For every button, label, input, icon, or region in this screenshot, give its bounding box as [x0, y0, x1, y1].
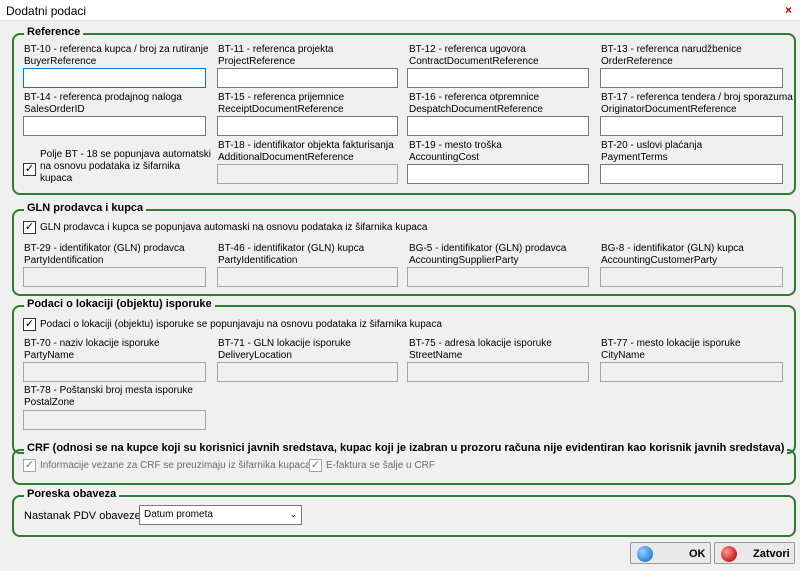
check-icon: ✓	[24, 459, 35, 471]
title-bar: Dodatni podaci ×	[0, 0, 800, 21]
bt16-label: BT-16 - referenca otpremnice DespatchDocu…	[409, 92, 543, 115]
window-title: Dodatni podaci	[6, 4, 87, 18]
bg5-input[interactable]	[407, 267, 589, 287]
vat-obligation-select[interactable]: Datum prometa ⌄	[139, 505, 302, 525]
bt78-label: BT-78 - Poštanski broj mesta isporuke Pos…	[24, 385, 193, 408]
bt20-label: BT-20 - uslovi plaćanja PaymentTerms	[601, 140, 703, 163]
ok-button[interactable]: OK	[630, 542, 711, 564]
check-icon: ✓	[24, 163, 35, 175]
bt19-input[interactable]	[407, 164, 589, 184]
bg8-input[interactable]	[600, 267, 783, 287]
delivery-auto-label: Podaci o lokaciji (objektu) isporuke se …	[40, 319, 442, 330]
bt11-label: BT-11 - referenca projekta ProjectReferen…	[218, 44, 334, 67]
cancel-icon	[721, 546, 737, 562]
bt17-label: BT-17 - referenca tendera / broj sporazu…	[601, 92, 793, 115]
bt18-input[interactable]	[217, 164, 398, 184]
bt29-label: BT-29 - identifikator (GLN) prodavca Part…	[24, 243, 185, 266]
bt77-label: BT-77 - mesto lokacije isporuke CityName	[601, 338, 741, 361]
crf-info-checkbox[interactable]: ✓	[23, 459, 36, 472]
crf-send-checkbox[interactable]: ✓	[309, 459, 322, 472]
bt18-label: BT-18 - identifikator objekta fakturisan…	[218, 140, 394, 163]
bt18-auto-label: Polje BT - 18 se popunjava automatski na …	[40, 149, 212, 184]
gln-auto-checkbox[interactable]: ✓	[23, 221, 36, 234]
reference-legend: Reference	[24, 26, 84, 38]
crf-send-label: E-faktura se šalje u CRF	[326, 460, 435, 471]
close-icon[interactable]: ×	[785, 3, 792, 17]
check-icon: ✓	[24, 318, 35, 330]
vat-obligation-label: Nastanak PDV obaveze:	[24, 510, 144, 522]
bt16-input[interactable]	[407, 116, 589, 136]
bt19-label: BT-19 - mesto troška AccountingCost	[409, 140, 502, 163]
crf-info-label: Informacije vezane za CRF se preuzimaju …	[40, 460, 311, 471]
dialog-body: Reference BT-10 - referenca kupca / broj…	[0, 21, 800, 571]
bt71-input[interactable]	[217, 362, 398, 382]
bt70-input[interactable]	[23, 362, 206, 382]
bt13-input[interactable]	[600, 68, 783, 88]
bt13-label: BT-13 - referenca narudžbenice OrderRefer…	[601, 44, 742, 67]
bt17-input[interactable]	[600, 116, 783, 136]
crf-legend: CRF (odnosi se na kupce koji su korisnic…	[24, 442, 788, 454]
bt46-label: BT-46 - identifikator (GLN) kupca PartyId…	[218, 243, 365, 266]
check-icon	[637, 546, 653, 562]
chevron-down-icon: ⌄	[289, 509, 297, 519]
bt75-label: BT-75 - adresa lokacije isporuke StreetNa…	[409, 338, 552, 361]
tax-legend: Poreska obaveza	[24, 488, 120, 500]
check-icon: ✓	[310, 459, 321, 471]
bt18-auto-checkbox[interactable]: ✓	[23, 163, 36, 176]
gln-legend: GLN prodavca i kupca	[24, 202, 147, 214]
bt20-input[interactable]	[600, 164, 783, 184]
bt10-input[interactable]	[23, 68, 206, 88]
bt12-label: BT-12 - referenca ugovora ContractDocumen…	[409, 44, 539, 67]
bt71-label: BT-71 - GLN lokacije isporuke DeliveryLoc…	[218, 338, 351, 361]
bt29-input[interactable]	[23, 267, 206, 287]
bt14-input[interactable]	[23, 116, 206, 136]
bt10-label: BT-10 - referenca kupca / broj za rutira…	[24, 44, 209, 67]
bt70-label: BT-70 - naziv lokacije isporuke PartyName	[24, 338, 160, 361]
vat-obligation-value: Datum prometa	[144, 509, 213, 520]
bt15-input[interactable]	[217, 116, 398, 136]
delivery-auto-checkbox[interactable]: ✓	[23, 318, 36, 331]
bt12-input[interactable]	[407, 68, 589, 88]
close-button[interactable]: Zatvori	[714, 542, 795, 564]
bt11-input[interactable]	[217, 68, 398, 88]
gln-auto-label: GLN prodavca i kupca se popunjava automa…	[40, 222, 428, 233]
bt75-input[interactable]	[407, 362, 589, 382]
bt77-input[interactable]	[600, 362, 783, 382]
bg8-label: BG-8 - identifikator (GLN) kupca Accounti…	[601, 243, 744, 266]
bt14-label: BT-14 - referenca prodajnog naloga SalesO…	[24, 92, 182, 115]
bt15-label: BT-15 - referenca prijemnice ReceiptDocum…	[218, 92, 345, 115]
check-icon: ✓	[24, 221, 35, 233]
delivery-legend: Podaci o lokaciji (objektu) isporuke	[24, 298, 215, 310]
bg5-label: BG-5 - identifikator (GLN) prodavca Accou…	[409, 243, 567, 266]
bt46-input[interactable]	[217, 267, 398, 287]
bt78-input[interactable]	[23, 410, 206, 430]
